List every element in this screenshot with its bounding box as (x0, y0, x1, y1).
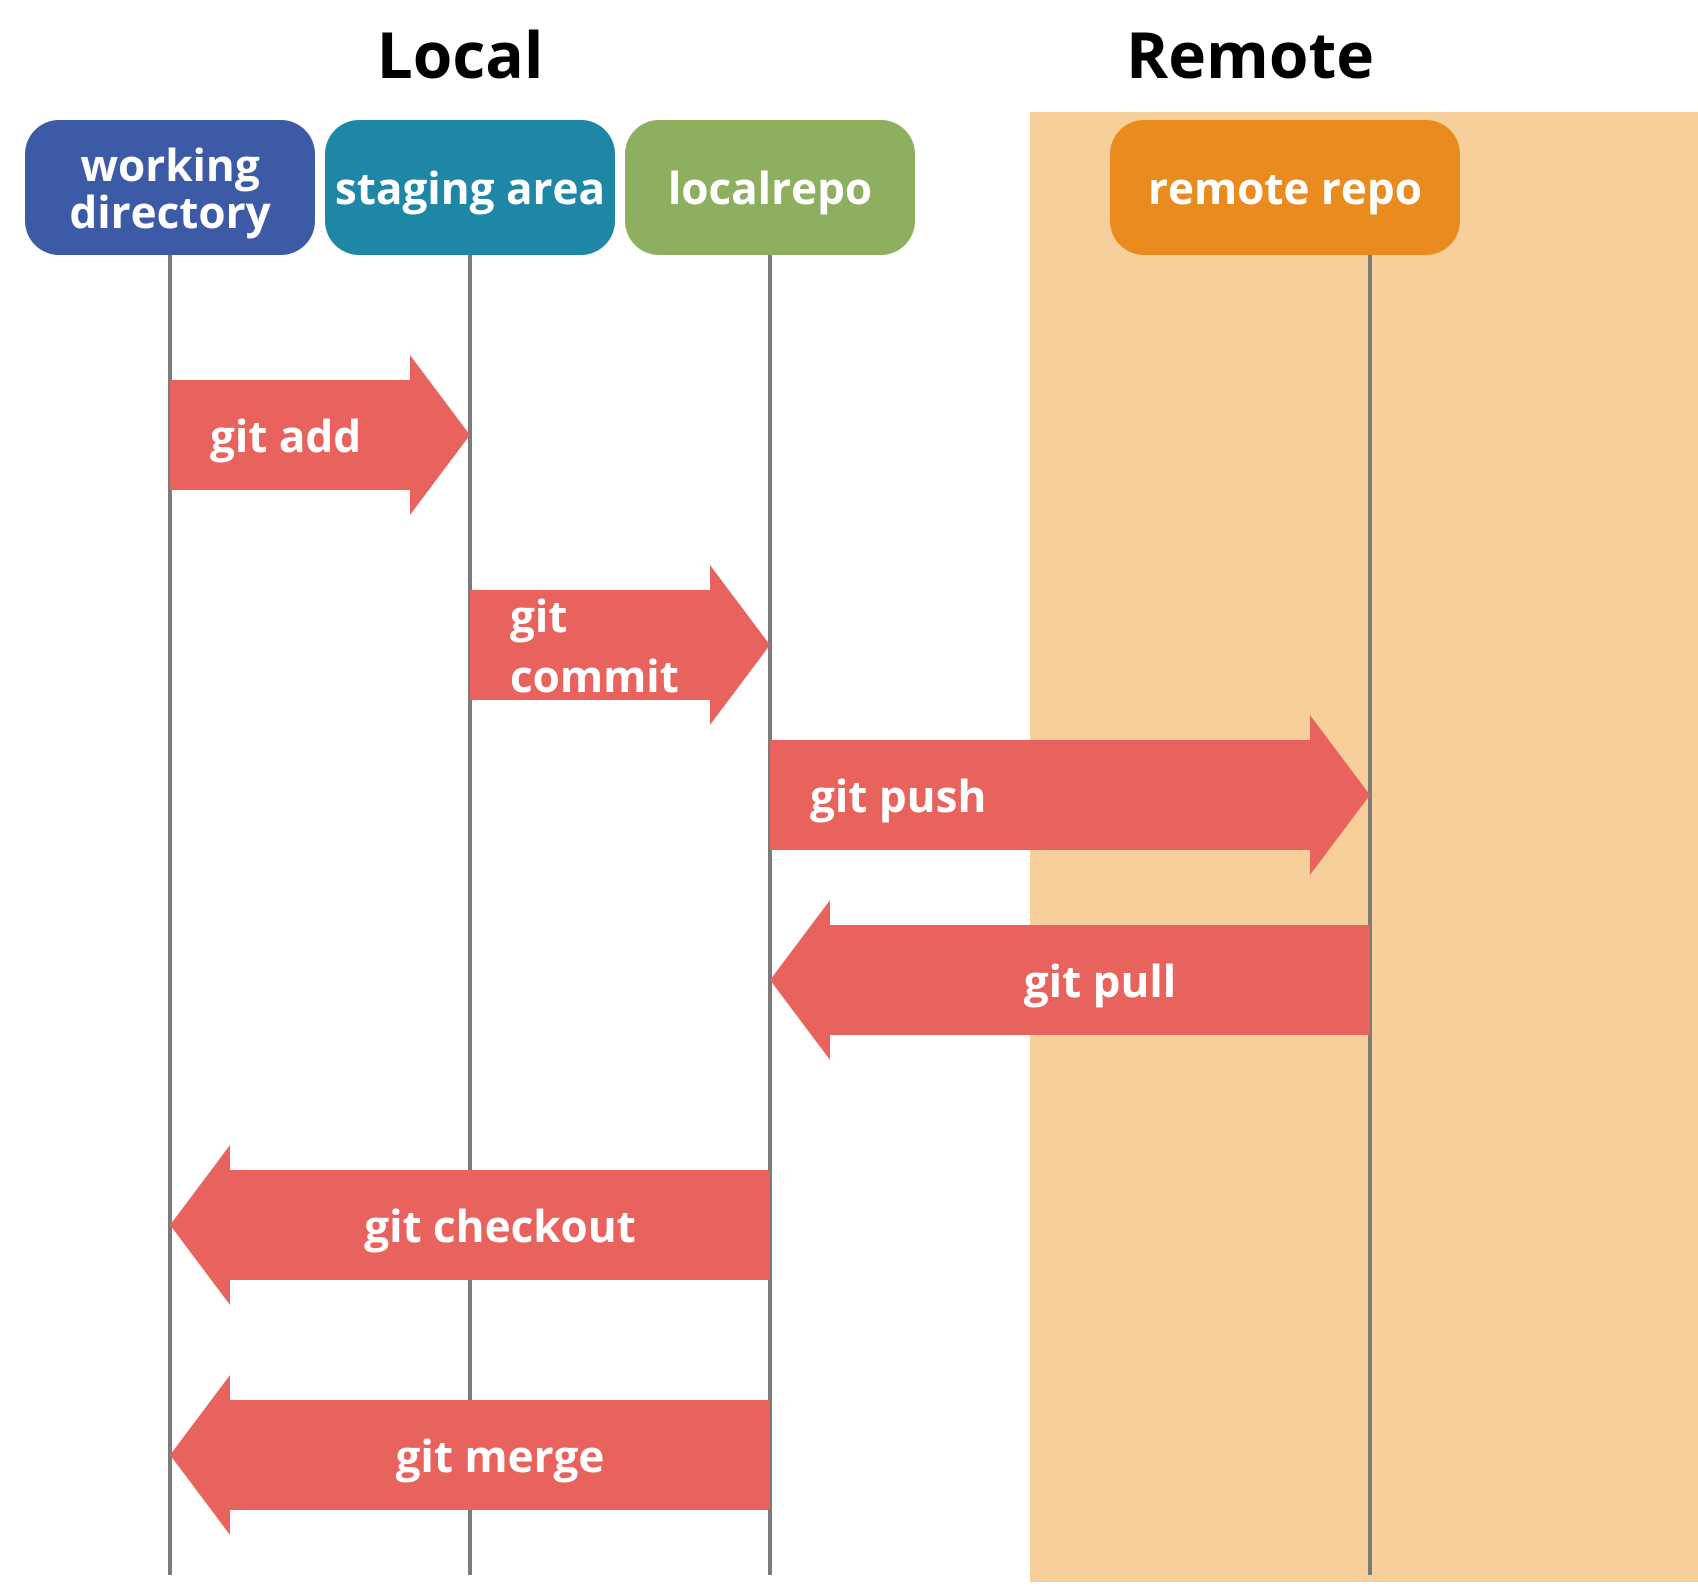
arrow-label: git checkout (364, 1195, 636, 1255)
arrow-label: git commit (510, 585, 710, 705)
arrow-label: git pull (1024, 950, 1176, 1010)
lane-local-repo: localrepo (625, 120, 915, 255)
lane-label: remote repo (1148, 164, 1422, 210)
arrow-checkout: git checkout (230, 1170, 770, 1280)
git-workflow-diagram: Local Remote working directory staging a… (0, 0, 1698, 1592)
arrow-label: git add (210, 405, 361, 465)
arrow-pull: git pull (830, 925, 1370, 1035)
arrow-merge: git merge (230, 1400, 770, 1510)
lifeline-remote-repo (1368, 255, 1372, 1575)
arrow-label: git merge (396, 1425, 605, 1485)
arrow-push: git push (770, 740, 1310, 850)
lane-label: staging area (335, 164, 605, 210)
arrow-add: git add (170, 380, 410, 490)
lane-staging-area: staging area (325, 120, 615, 255)
header-local: Local (310, 10, 610, 97)
header-remote: Remote (1100, 10, 1400, 97)
lane-label: localrepo (668, 164, 872, 210)
lane-working-directory: working directory (25, 120, 315, 255)
lane-label: working directory (25, 141, 315, 233)
arrow-commit: git commit (470, 590, 710, 700)
arrow-label: git push (810, 765, 986, 825)
lane-remote-repo: remote repo (1110, 120, 1460, 255)
